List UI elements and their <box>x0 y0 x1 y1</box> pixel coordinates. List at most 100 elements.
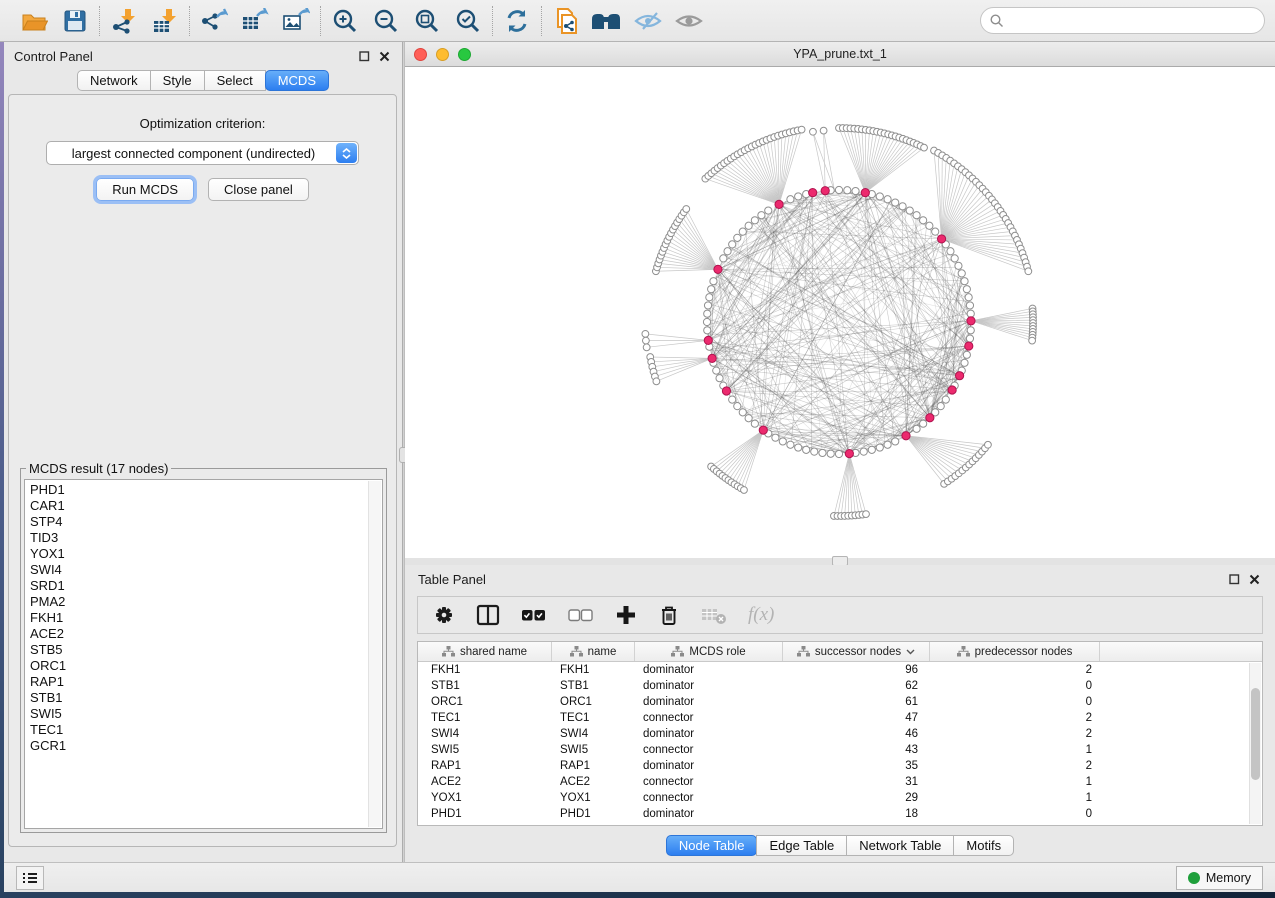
mcds-result-item[interactable]: TEC1 <box>30 722 382 738</box>
mcds-result-item[interactable]: CAR1 <box>30 498 382 514</box>
close-table-panel-button[interactable] <box>1246 571 1262 587</box>
search-binoculars-button[interactable] <box>591 5 623 37</box>
column-header-name[interactable]: name <box>552 642 635 661</box>
zoom-selected-button[interactable] <box>452 5 484 37</box>
tab-select[interactable]: Select <box>204 70 266 91</box>
zoom-in-button[interactable] <box>329 5 361 37</box>
mcds-result-item[interactable]: GCR1 <box>30 738 382 754</box>
mcds-result-item[interactable]: ORC1 <box>30 658 382 674</box>
import-table-button[interactable] <box>149 5 181 37</box>
network-window-titlebar[interactable]: YPA_prune.txt_1 <box>405 42 1275 67</box>
table-cell: TEC1 <box>418 712 552 724</box>
network-window-title: YPA_prune.txt_1 <box>405 47 1275 61</box>
table-panel: Table Panel f(x) shared namenameMCDS rol… <box>405 565 1275 862</box>
mcds-result-item[interactable]: PHD1 <box>30 482 382 498</box>
table-row[interactable]: SWI5SWI5connector431 <box>418 742 1262 758</box>
table-cell: 0 <box>930 696 1100 708</box>
table-row[interactable]: ACE2ACE2connector311 <box>418 774 1262 790</box>
refresh-button[interactable] <box>501 5 533 37</box>
hide-selected-button[interactable] <box>632 5 664 37</box>
mcds-result-item[interactable]: STB5 <box>30 642 382 658</box>
column-header-predecessor-nodes[interactable]: predecessor nodes <box>930 642 1100 661</box>
delete-column-button[interactable] <box>658 602 680 628</box>
tab-network-table[interactable]: Network Table <box>846 835 954 856</box>
show-all-button[interactable] <box>673 5 705 37</box>
open-file-button[interactable] <box>18 5 50 37</box>
select-all-button[interactable] <box>521 602 547 628</box>
memory-status-icon <box>1188 872 1200 884</box>
mcds-list-scrollbar[interactable] <box>368 481 381 827</box>
export-table-button[interactable] <box>239 5 271 37</box>
table-row[interactable]: RAP1RAP1dominator352 <box>418 758 1262 774</box>
import-network-icon <box>111 8 137 34</box>
run-mcds-button[interactable]: Run MCDS <box>96 178 194 201</box>
table-cell: connector <box>635 792 783 804</box>
table-cell: 2 <box>930 760 1100 772</box>
mcds-result-item[interactable]: STB1 <box>30 690 382 706</box>
tab-node-table[interactable]: Node Table <box>666 835 758 856</box>
mcds-result-item[interactable]: SWI5 <box>30 706 382 722</box>
panel-splitter-horizontal[interactable] <box>405 558 1275 565</box>
float-panel-button[interactable] <box>356 48 372 64</box>
table-panel-tabs: Node TableEdge TableNetwork TableMotifs <box>405 835 1275 857</box>
mcds-result-item[interactable]: SRD1 <box>30 578 382 594</box>
import-table-icon <box>152 8 178 34</box>
mcds-result-item[interactable]: ACE2 <box>30 626 382 642</box>
zoom-fit-button[interactable] <box>411 5 443 37</box>
table-cell: FKH1 <box>552 664 635 676</box>
export-network-icon <box>200 8 228 34</box>
table-row[interactable]: SWI4SWI4dominator462 <box>418 726 1262 742</box>
table-row[interactable]: FKH1FKH1dominator962 <box>418 662 1262 678</box>
export-network-button[interactable] <box>198 5 230 37</box>
plus-icon <box>615 604 637 626</box>
tab-network[interactable]: Network <box>77 70 151 91</box>
table-row[interactable]: TEC1TEC1connector472 <box>418 710 1262 726</box>
task-history-button[interactable] <box>16 866 44 890</box>
mcds-result-item[interactable]: TID3 <box>30 530 382 546</box>
mcds-result-item[interactable]: SWI4 <box>30 562 382 578</box>
table-scrollbar-thumb[interactable] <box>1251 688 1260 780</box>
clone-network-button[interactable] <box>550 5 582 37</box>
zoom-out-button[interactable] <box>370 5 402 37</box>
save-button[interactable] <box>59 5 91 37</box>
table-row[interactable]: PHD1PHD1dominator180 <box>418 806 1262 822</box>
add-column-button[interactable] <box>615 602 637 628</box>
table-scrollbar[interactable] <box>1249 663 1261 824</box>
import-network-button[interactable] <box>108 5 140 37</box>
tab-motifs[interactable]: Motifs <box>953 835 1014 856</box>
mcds-result-item[interactable]: RAP1 <box>30 674 382 690</box>
mcds-result-title: MCDS result (17 nodes) <box>26 461 171 476</box>
memory-button[interactable]: Memory <box>1176 866 1263 890</box>
mcds-tab-panel: Optimization criterion: largest connecte… <box>8 94 397 847</box>
main-toolbar <box>0 0 1275 42</box>
table-row[interactable]: ORC1ORC1dominator610 <box>418 694 1262 710</box>
tab-mcds[interactable]: MCDS <box>265 70 329 91</box>
tab-edge-table[interactable]: Edge Table <box>756 835 847 856</box>
mcds-result-item[interactable]: YOX1 <box>30 546 382 562</box>
function-builder-button[interactable]: f(x) <box>748 602 774 628</box>
column-visibility-button[interactable] <box>476 602 500 628</box>
column-header-successor-nodes[interactable]: successor nodes <box>783 642 930 661</box>
network-canvas[interactable] <box>405 67 1275 558</box>
close-panel-button[interactable] <box>376 48 392 64</box>
criterion-dropdown[interactable]: largest connected component (undirected) <box>46 141 359 165</box>
table-row[interactable]: YOX1YOX1connector291 <box>418 790 1262 806</box>
delete-table-button[interactable] <box>701 602 727 628</box>
close-panel-button-mcds[interactable]: Close panel <box>208 178 309 201</box>
mcds-result-item[interactable]: STP4 <box>30 514 382 530</box>
deselect-all-button[interactable] <box>568 602 594 628</box>
column-header-MCDS-role[interactable]: MCDS role <box>635 642 783 661</box>
export-image-button[interactable] <box>280 5 312 37</box>
float-table-panel-button[interactable] <box>1226 571 1242 587</box>
search-input[interactable] <box>1009 13 1255 28</box>
column-header-shared-name[interactable]: shared name <box>418 642 552 661</box>
table-settings-button[interactable] <box>433 602 455 628</box>
tab-style[interactable]: Style <box>150 70 205 91</box>
table-cell: dominator <box>635 680 783 692</box>
eye-slash-icon <box>633 9 663 33</box>
refresh-icon <box>504 8 530 34</box>
table-row[interactable]: STB1STB1dominator620 <box>418 678 1262 694</box>
mcds-result-item[interactable]: PMA2 <box>30 594 382 610</box>
mcds-result-item[interactable]: FKH1 <box>30 610 382 626</box>
network-graph[interactable] <box>405 67 1275 558</box>
